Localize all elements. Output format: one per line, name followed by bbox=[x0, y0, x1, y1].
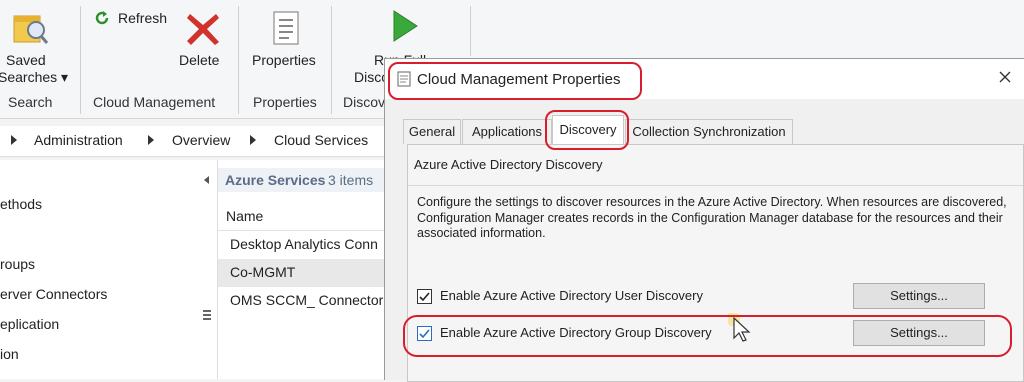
ribbon-group-cloud-management: Cloud Management bbox=[93, 94, 216, 110]
saved-searches-button[interactable]: Saved Searches ▾ bbox=[0, 0, 80, 90]
chevron-right-icon bbox=[148, 135, 154, 145]
nav-item-server-connectors[interactable]: erver Connectors bbox=[0, 286, 107, 302]
breadcrumb: Administration Overview Cloud Services bbox=[0, 126, 384, 157]
list-title: Azure Services bbox=[225, 172, 326, 188]
ribbon-separator bbox=[238, 6, 239, 114]
chevron-right-icon bbox=[250, 135, 256, 145]
tab-applications[interactable]: Applications bbox=[462, 119, 552, 144]
nav-item-ion[interactable]: ion bbox=[0, 346, 19, 362]
description-text: Configure the settings to discover resou… bbox=[417, 195, 1007, 240]
refresh-icon bbox=[94, 10, 110, 26]
list-item[interactable]: Desktop Analytics Conn bbox=[218, 231, 384, 259]
user-discovery-label[interactable]: Enable Azure Active Directory User Disco… bbox=[440, 288, 703, 303]
refresh-button[interactable]: Refresh bbox=[94, 8, 172, 30]
ribbon-separator bbox=[331, 6, 332, 114]
saved-searches-label-2: Searches ▾ bbox=[0, 69, 69, 85]
collapse-chevron-icon[interactable] bbox=[204, 176, 209, 184]
close-icon[interactable] bbox=[997, 69, 1013, 85]
section-divider bbox=[408, 185, 1023, 186]
ribbon-group-discovery: Discov bbox=[343, 94, 386, 110]
properties-icon bbox=[272, 10, 302, 46]
breadcrumb-overview[interactable]: Overview bbox=[172, 132, 230, 148]
list-item-label: OMS SCCM_ Connector bbox=[230, 292, 384, 308]
delete-icon bbox=[184, 10, 222, 48]
ribbon-separator bbox=[470, 6, 471, 56]
user-discovery-checkbox[interactable] bbox=[417, 289, 432, 304]
cloud-management-properties-dialog: Cloud Management Properties General Appl… bbox=[384, 58, 1024, 382]
delete-label: Delete bbox=[179, 52, 220, 68]
tab-general[interactable]: General bbox=[403, 119, 461, 144]
section-title: Azure Active Directory Discovery bbox=[414, 157, 603, 172]
nav-item-methods[interactable]: ethods bbox=[0, 196, 42, 212]
list-header: Azure Services 3 items bbox=[218, 168, 384, 192]
list-item[interactable]: Co-MGMT bbox=[218, 259, 384, 287]
discovery-tab-highlight-box bbox=[545, 110, 629, 150]
ribbon-group-search: Search bbox=[8, 94, 53, 110]
properties-label: Properties bbox=[252, 52, 316, 68]
column-header-name[interactable]: Name bbox=[218, 202, 384, 231]
breadcrumb-administration[interactable]: Administration bbox=[34, 132, 123, 148]
list-count: 3 items bbox=[328, 172, 374, 188]
title-highlight-box bbox=[388, 62, 642, 100]
tab-collection-synchronization[interactable]: Collection Synchronization bbox=[625, 119, 793, 144]
saved-searches-icon bbox=[10, 8, 50, 48]
delete-button[interactable]: Delete bbox=[176, 0, 232, 90]
azure-services-list: Azure Services 3 items Name Desktop Anal… bbox=[204, 160, 384, 379]
column-name-label: Name bbox=[226, 208, 264, 224]
list-item-label: Co-MGMT bbox=[230, 264, 296, 280]
nav-item-replication[interactable]: eplication bbox=[0, 316, 59, 332]
saved-searches-label-1: Saved bbox=[6, 52, 46, 68]
nav-item-groups[interactable]: roups bbox=[0, 256, 35, 272]
refresh-label: Refresh bbox=[118, 10, 168, 26]
run-icon bbox=[390, 8, 420, 44]
splitter-grip-icon[interactable] bbox=[203, 310, 211, 322]
breadcrumb-cloud-services[interactable]: Cloud Services bbox=[274, 132, 368, 148]
chevron-right-icon bbox=[11, 135, 17, 145]
properties-button[interactable]: Properties bbox=[248, 0, 326, 90]
user-discovery-settings-button[interactable]: Settings... bbox=[853, 283, 985, 309]
navigation-pane: ethods roups erver Connectors eplication… bbox=[0, 160, 218, 379]
group-discovery-highlight-box bbox=[403, 315, 1012, 357]
list-item-label: Desktop Analytics Conn bbox=[230, 236, 378, 252]
list-item[interactable]: OMS SCCM_ Connector bbox=[218, 287, 384, 315]
ribbon-group-properties: Properties bbox=[253, 94, 317, 110]
ribbon-separator bbox=[80, 6, 81, 114]
